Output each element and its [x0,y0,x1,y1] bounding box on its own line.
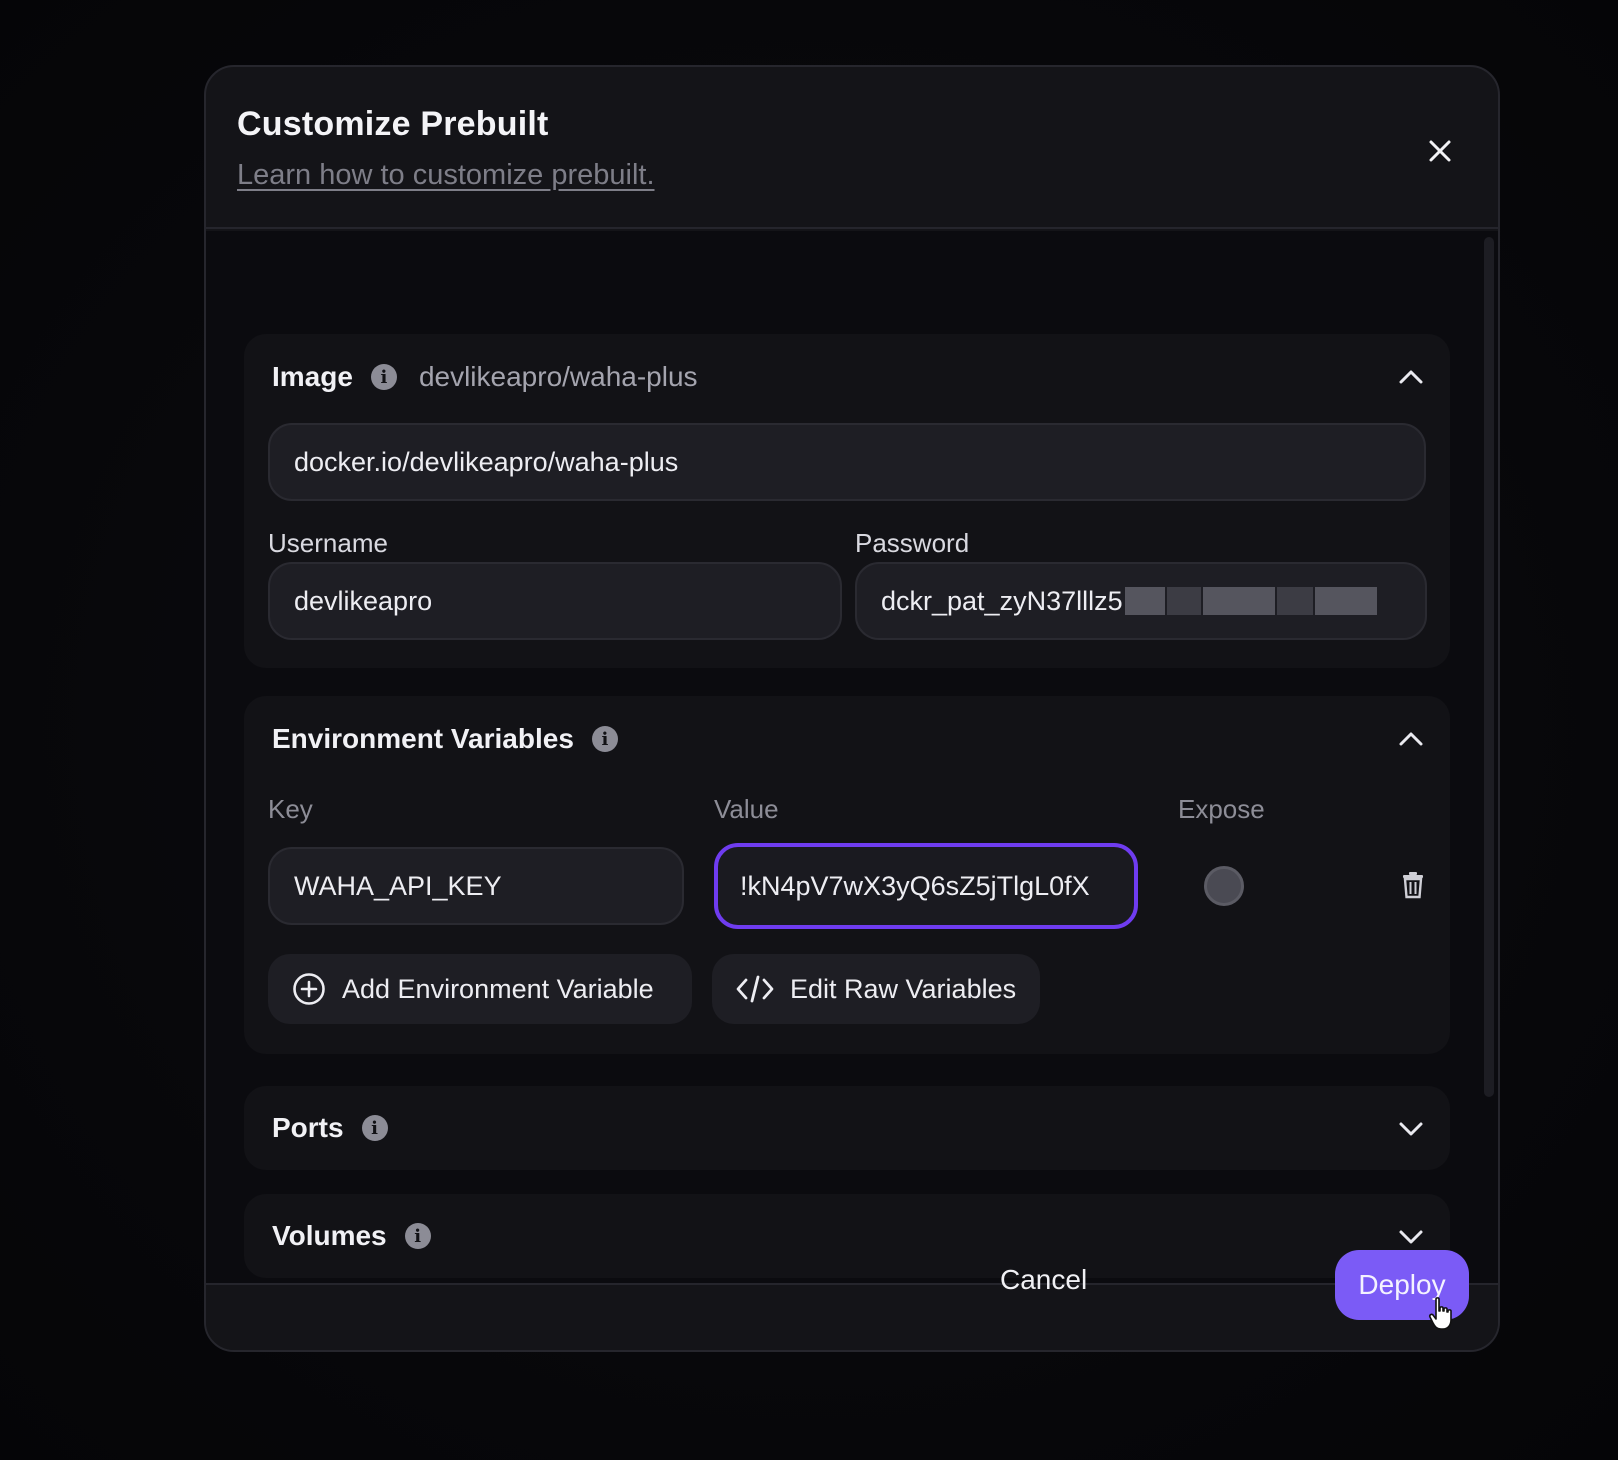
redaction-block [1314,587,1377,615]
help-link[interactable]: Learn how to customize prebuilt. [237,159,655,192]
close-icon [1429,140,1451,162]
chevron-down-icon[interactable] [1396,1222,1426,1252]
env-value-input[interactable]: !kN4pV7wX3yQ6sZ5jTlgL0fX [714,843,1138,929]
delete-row-button[interactable] [1398,869,1428,901]
password-value: dckr_pat_zyN37lllz5 [881,585,1123,616]
env-section: Environment Variables i Key Value Expose… [244,696,1450,1054]
info-icon: i [361,1115,388,1141]
modal-body: Image i devlikeapro/waha-plus docker.io/… [206,231,1498,1283]
key-column-header: Key [268,794,313,824]
modal-title: Customize Prebuilt [237,105,549,143]
edit-raw-variables-label: Edit Raw Variables [790,973,1017,1004]
redaction-block [1276,587,1313,615]
image-input[interactable]: docker.io/devlikeapro/waha-plus [268,423,1426,501]
code-icon [736,975,774,1003]
trash-icon [1403,872,1423,899]
info-icon: i [591,726,618,752]
scrollbar[interactable] [1484,237,1494,1097]
info-icon: i [404,1223,431,1249]
image-section-title: Image [272,361,353,392]
username-label: Username [268,528,388,558]
password-input[interactable]: dckr_pat_zyN37lllz5 [855,562,1427,640]
volumes-section-title: Volumes [272,1220,387,1251]
username-input[interactable]: devlikeapro [268,562,842,640]
env-section-header[interactable]: Environment Variables i [244,696,1450,782]
value-column-header: Value [714,794,779,824]
cancel-button[interactable]: Cancel [1000,1264,1087,1296]
hand-pointer-icon [1428,1297,1452,1330]
modal-footer [206,1283,1498,1350]
add-env-variable-label: Add Environment Variable [342,973,654,1004]
edit-raw-variables-button[interactable]: Edit Raw Variables [712,954,1040,1024]
env-section-title: Environment Variables [272,723,574,754]
ports-section-header[interactable]: Ports i [244,1086,1450,1170]
image-section-header[interactable]: Image i devlikeapro/waha-plus [244,334,1450,420]
image-section-subtitle: devlikeapro/waha-plus [418,361,698,392]
volumes-section[interactable]: Volumes i [244,1194,1450,1278]
expose-column-header: Expose [1178,794,1265,824]
add-env-variable-button[interactable]: Add Environment Variable [268,954,692,1024]
password-label: Password [855,528,970,558]
close-button[interactable] [1420,131,1460,171]
expose-toggle[interactable] [1204,866,1244,906]
redaction-block [1202,587,1275,615]
ports-section-title: Ports [272,1112,344,1143]
customize-prebuilt-modal: Customize Prebuilt Learn how to customiz… [204,65,1500,1352]
redaction-block [1124,587,1165,615]
ports-section[interactable]: Ports i [244,1086,1450,1170]
image-section: Image i devlikeapro/waha-plus docker.io/… [244,334,1450,668]
chevron-up-icon[interactable] [1396,724,1426,754]
info-icon: i [370,364,397,390]
chevron-up-icon[interactable] [1396,362,1426,392]
redaction-block [1166,587,1201,615]
chevron-down-icon[interactable] [1396,1114,1426,1144]
env-key-input[interactable]: WAHA_API_KEY [268,847,684,925]
modal-header: Customize Prebuilt Learn how to customiz… [206,67,1498,229]
plus-circle-icon [293,973,325,1005]
volumes-section-header[interactable]: Volumes i [244,1194,1450,1278]
